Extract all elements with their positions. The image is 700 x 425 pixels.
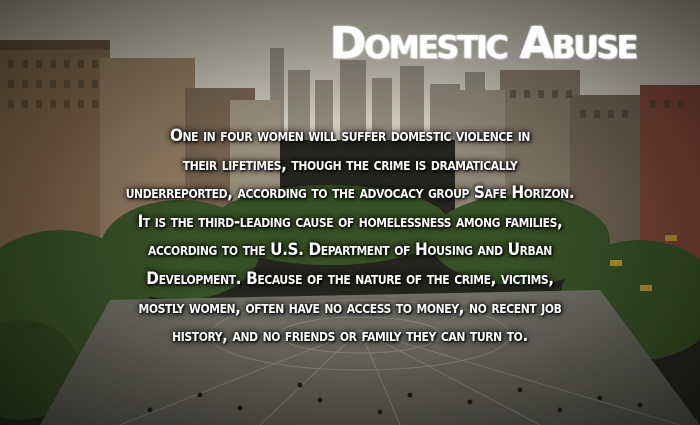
body-line: It is the third-leading cause of homeles… xyxy=(137,211,563,232)
body-line: their lifetimes, though the crime is dra… xyxy=(182,154,518,175)
body-line: Development. Because of the nature of th… xyxy=(146,268,554,289)
poster: Domestic Abuse One in four women will su… xyxy=(0,0,700,425)
poster-body-text: One in four women will suffer domestic v… xyxy=(14,122,686,351)
body-line: history, and no friends or family they c… xyxy=(172,326,528,347)
body-line: underreported, according to the advocacy… xyxy=(125,183,575,204)
poster-title: Domestic Abuse xyxy=(330,18,638,69)
body-line: One in four women will suffer domestic v… xyxy=(169,126,531,146)
body-line: according to the U.S. Department of Hous… xyxy=(148,240,552,261)
body-line: mostly women, often have no access to mo… xyxy=(138,297,562,318)
